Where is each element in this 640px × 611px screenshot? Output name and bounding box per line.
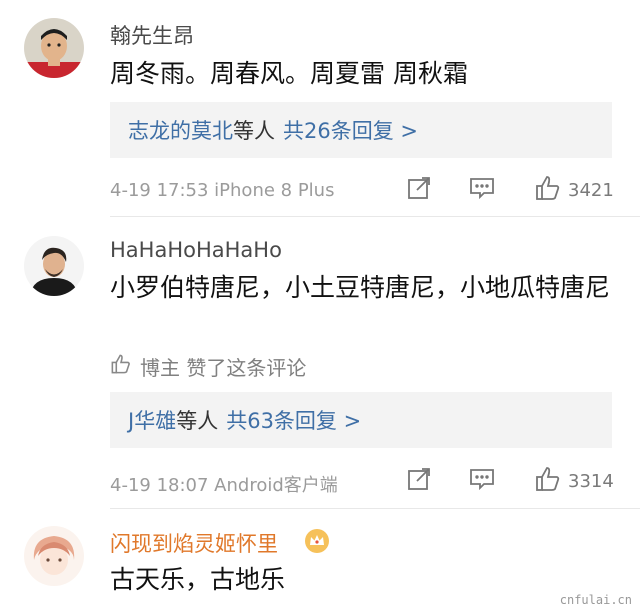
reply-count-link[interactable]: 共26条回复 > <box>283 115 418 145</box>
comment-text: 小罗伯特唐尼，小土豆特唐尼，小地瓜特唐尼 <box>110 273 611 302</box>
comment-username[interactable]: 闪现到焰灵姬怀里 <box>110 528 278 558</box>
comment-date: 4-19 18:07 Android客户端 <box>110 475 338 496</box>
author-liked-note: 博主 赞了这条评论 <box>110 352 306 381</box>
comment-date: 4-19 17:53 iPhone 8 Plus <box>110 180 335 201</box>
comment-icon[interactable] <box>468 174 496 202</box>
comment-meta: 4-19 18:07 Android客户端 3314 <box>110 465 620 499</box>
share-icon[interactable] <box>405 174 433 202</box>
reply-users-suffix: 等人 <box>233 119 275 143</box>
comment-username[interactable]: 翰先生昂 <box>110 20 194 50</box>
comment-text: 古天乐，古地乐 <box>110 565 286 594</box>
reply-users-link[interactable]: J华雄 <box>128 405 176 435</box>
share-icon[interactable] <box>405 465 433 493</box>
reply-summary[interactable]: 志龙的莫北 等人 共26条回复 > <box>110 102 612 158</box>
avatar[interactable] <box>24 236 84 296</box>
reply-summary[interactable]: J华雄 等人 共63条回复 > <box>110 392 612 448</box>
author-liked-text: 博主 赞了这条评论 <box>140 356 307 380</box>
like-icon[interactable] <box>534 465 562 493</box>
divider <box>110 216 640 217</box>
like-count: 3421 <box>568 180 614 201</box>
comment-icon[interactable] <box>468 465 496 493</box>
like-count: 3314 <box>568 471 614 492</box>
like-icon[interactable] <box>534 174 562 202</box>
comment-meta: 4-19 17:53 iPhone 8 Plus 3421 <box>110 174 620 208</box>
reply-users-link[interactable]: 志龙的莫北 <box>128 115 233 145</box>
avatar[interactable] <box>24 18 84 78</box>
comment-text: 周冬雨。周春风。周夏雷 周秋霜 <box>110 59 468 88</box>
vip-crown-icon <box>304 528 330 558</box>
reply-count-link[interactable]: 共63条回复 > <box>226 405 361 435</box>
divider <box>110 508 640 509</box>
avatar[interactable] <box>24 526 84 586</box>
watermark: cnfulai.cn <box>559 593 632 607</box>
like-icon <box>110 353 132 380</box>
reply-users-suffix: 等人 <box>176 409 219 433</box>
comment-username[interactable]: HaHaHoHaHaHo <box>110 238 282 262</box>
